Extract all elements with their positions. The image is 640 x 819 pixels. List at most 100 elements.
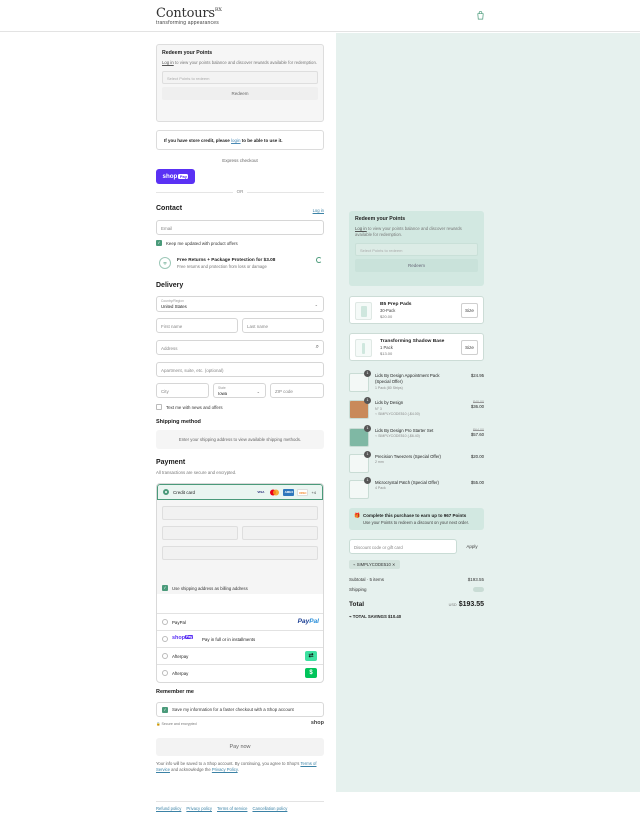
- checkbox-empty-icon[interactable]: [156, 404, 162, 410]
- product-thumbnail: 1: [349, 370, 371, 392]
- store-credit-login-link[interactable]: login: [231, 138, 241, 143]
- quantity-badge: 1: [364, 370, 371, 377]
- name-on-card-field[interactable]: [162, 546, 318, 560]
- radio-icon[interactable]: [162, 636, 168, 642]
- cancellation-policy-link[interactable]: Cancellation policy: [252, 806, 287, 811]
- terms-of-service-link[interactable]: Terms of service: [217, 806, 247, 811]
- brand-tagline: transforming appearances: [156, 20, 219, 26]
- total-value: USD $193.55: [448, 601, 484, 608]
- remove-tag-icon[interactable]: ✕: [392, 562, 396, 567]
- amex-icon: AMEX: [283, 489, 295, 496]
- afterpay-option[interactable]: Afterpay ⇄: [157, 647, 323, 664]
- cash-icon: $: [305, 668, 317, 678]
- address-field[interactable]: Address ⌕: [156, 340, 324, 355]
- discount-input[interactable]: Discount code or gift card: [349, 539, 457, 554]
- card-number-field[interactable]: [162, 506, 318, 520]
- discount-tag[interactable]: ⌁ SIMPLYCODE510 ✕: [349, 560, 400, 569]
- size-button[interactable]: Size: [461, 303, 478, 318]
- last-name-field[interactable]: Last name: [242, 318, 324, 333]
- first-name-field[interactable]: First name: [156, 318, 238, 333]
- security-code-field[interactable]: [242, 526, 318, 540]
- radio-selected-icon[interactable]: [163, 489, 169, 495]
- refund-policy-link[interactable]: Refund policy: [156, 806, 181, 811]
- paypal-logo: PayPal: [297, 618, 319, 625]
- shopping-bag-icon[interactable]: [476, 11, 485, 20]
- product-thumbnail: [355, 339, 372, 357]
- upsell-variant: 1 Pack: [380, 345, 393, 350]
- redeem-login-link[interactable]: Log in: [355, 226, 367, 231]
- protection-title: Free Returns + Package Protection for $3…: [177, 257, 276, 262]
- line-item: 1 Lids By Design Pro Starter Set ⌁ SIMPL…: [349, 425, 484, 447]
- quantity-badge: 1: [364, 425, 371, 432]
- redeem-points-panel: Redeem your Points Log in to view your p…: [349, 211, 484, 286]
- product-thumbnail: 1: [349, 397, 371, 419]
- privacy-link[interactable]: Privacy Policy: [212, 767, 238, 772]
- card-fields: ✓ Use shipping address as billing address: [157, 500, 323, 594]
- apply-button[interactable]: Apply: [460, 539, 484, 554]
- afterpay-cash-option[interactable]: Afterpay $: [157, 664, 323, 681]
- radio-icon[interactable]: [162, 670, 168, 676]
- quantity-badge: 1: [364, 477, 371, 484]
- footer-divider: [156, 801, 324, 802]
- package-protection[interactable]: ⛨ Free Returns + Package Protection for …: [156, 253, 324, 275]
- checkbox-checked-icon[interactable]: ✓: [162, 585, 168, 591]
- checkbox-checked-icon[interactable]: ✓: [156, 240, 162, 246]
- billing-checkbox[interactable]: ✓ Use shipping address as billing address: [162, 585, 248, 591]
- shop-pay-option[interactable]: shopPay Pay in full or in installments: [157, 630, 323, 647]
- chevron-down-icon: ⌄: [256, 389, 260, 394]
- or-divider: OR: [156, 189, 324, 195]
- shop-pay-button[interactable]: shop Pay: [156, 169, 195, 184]
- paypal-option[interactable]: PayPal PayPal: [157, 613, 323, 630]
- shipping-method-heading: Shipping method: [156, 419, 201, 425]
- shop-pay-label: Pay in full or in installments: [202, 637, 256, 642]
- newsletter-checkbox[interactable]: ✓ Keep me updated with product offers: [156, 240, 238, 246]
- privacy-policy-link[interactable]: Privacy policy: [186, 806, 212, 811]
- card-brands: VISA AMEX DISC +4: [255, 489, 316, 496]
- payment-methods: Credit card VISA AMEX DISC +4 ✓ Use shipp…: [156, 483, 324, 683]
- country-select[interactable]: Country/Region United States ⌄: [156, 296, 324, 312]
- state-select[interactable]: State Iowa ⌄: [213, 383, 266, 398]
- item-variant: 1 Pack (80 Strips): [375, 386, 403, 390]
- redeem-login-link[interactable]: Log in: [162, 60, 174, 65]
- radio-icon[interactable]: [162, 653, 168, 659]
- city-field[interactable]: City: [156, 383, 209, 398]
- mastercard-icon: [269, 489, 280, 496]
- points-select[interactable]: Select Points to redeem: [355, 243, 478, 256]
- remember-me-option[interactable]: ✓ Save my information for a faster checko…: [156, 702, 324, 717]
- afterpay-label: Afterpay: [172, 671, 189, 676]
- points-select[interactable]: Select Points to redeem: [162, 71, 318, 84]
- redeem-button[interactable]: Redeem: [355, 259, 478, 272]
- credit-card-option[interactable]: Credit card VISA AMEX DISC +4: [157, 484, 323, 500]
- brand-logo[interactable]: ContoursRX transforming appearances: [156, 6, 222, 26]
- visa-icon: VISA: [257, 490, 265, 494]
- redeem-title: Redeem your Points: [355, 216, 406, 222]
- shield-icon: ⛨: [159, 257, 171, 269]
- line-item: 1 Microcrystal Patch (Special Offer) 4 P…: [349, 477, 484, 499]
- chevron-down-icon: ⌄: [314, 302, 318, 307]
- upsell-name: Transforming Shadow Base: [380, 339, 445, 344]
- discover-icon: DISC: [297, 489, 309, 496]
- checkbox-checked-icon[interactable]: ✓: [162, 706, 168, 713]
- item-price: $24.95: [470, 373, 484, 378]
- zip-field[interactable]: ZIP code: [270, 383, 324, 398]
- line-item: 1 Lids By Design Appointment Pack (Speci…: [349, 370, 484, 392]
- header: ContoursRX transforming appearances: [0, 0, 640, 32]
- redeem-button[interactable]: Redeem: [162, 87, 318, 100]
- item-price: $55.00: [470, 480, 484, 485]
- product-thumbnail: [355, 302, 372, 320]
- text-me-checkbox[interactable]: Text me with news and offers: [156, 404, 223, 410]
- search-icon: ⌕: [315, 344, 319, 350]
- redeem-text: Log in to view your points balance and d…: [355, 226, 462, 237]
- size-button[interactable]: Size: [461, 340, 478, 355]
- pay-now-button[interactable]: Pay now: [156, 738, 324, 756]
- earn-title: Complete this purchase to earn up to 967…: [363, 513, 467, 518]
- email-field[interactable]: Email: [156, 220, 324, 235]
- upsell-card: B5 Prep Pads 30-Pack $20.00 Size: [349, 296, 484, 324]
- expiry-field[interactable]: [162, 526, 238, 540]
- redeem-title: Redeem your Points: [162, 50, 213, 56]
- payment-subtitle: All transactions are secure and encrypte…: [156, 470, 237, 475]
- loading-spinner-icon: [316, 257, 322, 263]
- contact-login-link[interactable]: Log in: [313, 208, 324, 213]
- apartment-field[interactable]: Apartment, suite, etc. (optional): [156, 362, 324, 377]
- radio-icon[interactable]: [162, 619, 168, 625]
